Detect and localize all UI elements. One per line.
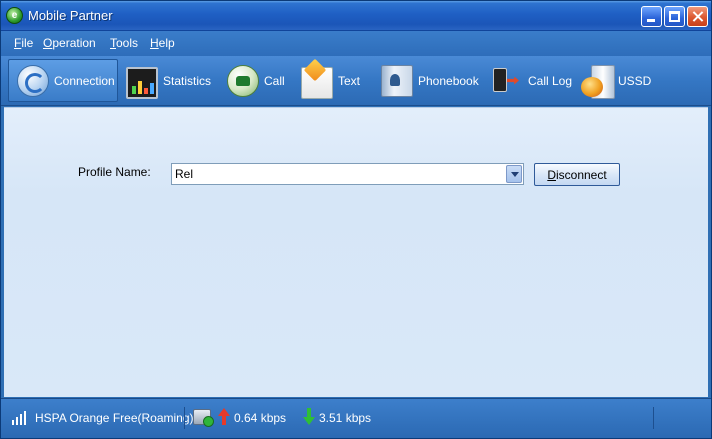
envelope-icon: [301, 66, 333, 99]
window-title: Mobile Partner: [28, 8, 113, 23]
minimize-icon: [647, 19, 655, 22]
close-button[interactable]: [687, 6, 708, 27]
menu-file-label: ile: [21, 36, 34, 50]
menu-bar: File Operation Tools Help: [1, 31, 711, 56]
tab-text-label: Text: [338, 73, 361, 88]
connection-icon: [17, 64, 49, 97]
menu-help[interactable]: Help: [150, 36, 175, 50]
tab-ussd-label: USSD: [618, 73, 652, 88]
profile-name-label: Profile Name:: [78, 165, 151, 179]
maximize-button[interactable]: [664, 6, 685, 27]
tab-call-log-label: Call Log: [528, 73, 573, 88]
status-separator: [184, 407, 185, 429]
menu-operation-label: peration: [52, 36, 96, 50]
status-separator: [653, 407, 654, 429]
computer-connected-icon: [193, 409, 214, 427]
tab-text[interactable]: Text: [301, 59, 360, 102]
ussd-icon: [581, 64, 615, 99]
app-logo-icon[interactable]: e: [6, 7, 23, 24]
status-bar: HSPA Orange Free(Roaming) 0.64 kbps 3.51…: [1, 398, 711, 438]
menu-tools-label: ools: [116, 36, 139, 50]
tab-phonebook[interactable]: Phonebook: [381, 59, 479, 102]
disconnect-label: isconnect: [555, 167, 607, 182]
menu-file[interactable]: File: [14, 36, 33, 50]
minimize-button[interactable]: [641, 6, 662, 27]
main-toolbar: Connection Statistics Call Text Phoneboo…: [1, 56, 711, 106]
signal-strength-icon: [12, 411, 28, 425]
phonebook-icon: [381, 64, 413, 97]
upload-arrow-icon: [218, 408, 230, 426]
menu-tools[interactable]: Tools: [110, 36, 138, 50]
disconnect-accel: D: [547, 167, 556, 182]
tab-connection-label: Connection: [54, 73, 115, 88]
tab-connection[interactable]: Connection: [8, 59, 118, 102]
tab-statistics-label: Statistics: [163, 73, 212, 88]
tab-phonebook-label: Phonebook: [418, 73, 479, 88]
tab-call-label: Call: [264, 73, 285, 88]
menu-help-label: elp: [158, 36, 175, 50]
tab-statistics[interactable]: Statistics: [126, 59, 211, 102]
call-log-icon: [491, 65, 523, 97]
app-window: e Mobile Partner File Operation Tools He…: [0, 0, 712, 439]
menu-help-accel: H: [150, 36, 159, 50]
profile-name-value: Rel: [175, 167, 194, 181]
tab-ussd[interactable]: USSD: [581, 59, 651, 102]
tab-call[interactable]: Call: [227, 59, 285, 102]
network-status-text: HSPA Orange Free(Roaming): [35, 411, 194, 425]
chevron-down-icon[interactable]: [506, 165, 522, 183]
upload-speed: 0.64 kbps: [234, 411, 287, 425]
profile-name-dropdown[interactable]: Rel: [171, 163, 524, 185]
maximize-icon: [669, 11, 680, 22]
statistics-icon: [126, 66, 158, 99]
download-arrow-icon: [303, 408, 315, 426]
tab-call-log[interactable]: Call Log: [491, 59, 572, 102]
connection-panel: Profile Name: Rel Disconnect: [4, 107, 708, 397]
title-bar[interactable]: e Mobile Partner: [1, 1, 711, 31]
disconnect-button[interactable]: Disconnect: [534, 163, 620, 186]
menu-operation[interactable]: Operation: [43, 36, 96, 50]
download-speed: 3.51 kbps: [319, 411, 372, 425]
phone-icon: [227, 64, 259, 97]
close-icon: [688, 7, 707, 26]
menu-operation-accel: O: [43, 36, 53, 50]
